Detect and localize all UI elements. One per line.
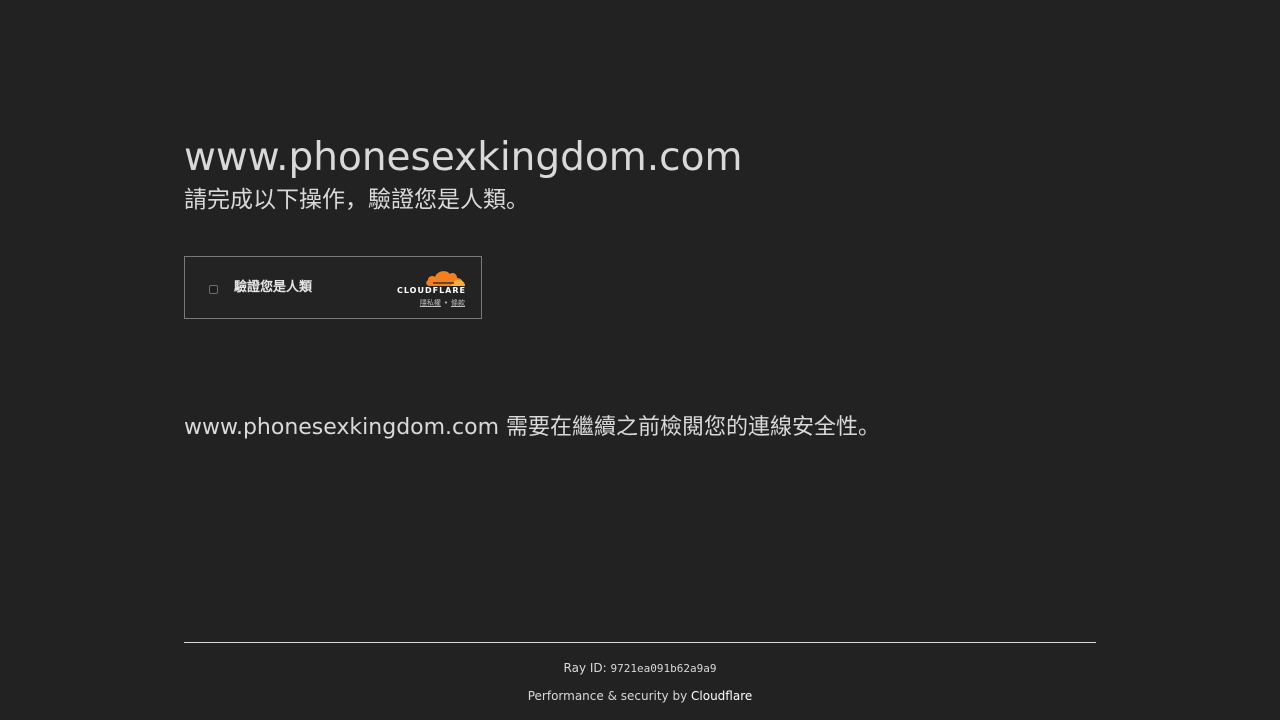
- ray-id-label: Ray ID:: [563, 661, 611, 675]
- cloudflare-logo: CLOUDFLARE: [390, 267, 466, 297]
- security-description: www.phonesexkingdom.com 需要在繼續之前檢閱您的連線安全性…: [184, 415, 881, 440]
- cloudflare-cloud-icon: [426, 271, 465, 286]
- cloudflare-link[interactable]: Cloudflare: [691, 689, 752, 703]
- verify-checkbox[interactable]: [209, 285, 218, 294]
- widget-links: 隱私權 • 條款: [420, 298, 465, 308]
- ray-id: Ray ID: 9721ea091b62a9a9: [184, 660, 1096, 677]
- ray-id-value: 9721ea091b62a9a9: [610, 662, 717, 675]
- verify-checkbox-label[interactable]: 驗證您是人類: [234, 279, 312, 297]
- terms-link[interactable]: 條款: [451, 299, 465, 307]
- performance-label: Performance & security by: [527, 689, 692, 703]
- performance-credit: Performance & security by Cloudflare: [184, 688, 1096, 704]
- link-separator: •: [443, 299, 448, 307]
- turnstile-widget: 驗證您是人類 CLOUDFLARE 隱私權 • 條款: [184, 256, 482, 319]
- site-title: www.phonesexkingdom.com: [184, 135, 743, 180]
- main-content: www.phonesexkingdom.com 請完成以下操作，驗證您是人類。 …: [184, 132, 1096, 440]
- privacy-link[interactable]: 隱私權: [420, 299, 441, 307]
- cloudflare-wordmark: CLOUDFLARE: [397, 286, 466, 295]
- footer: Ray ID: 9721ea091b62a9a9 Performance & s…: [184, 642, 1096, 704]
- challenge-page: www.phonesexkingdom.com 請完成以下操作，驗證您是人類。 …: [0, 0, 1280, 720]
- challenge-subtitle: 請完成以下操作，驗證您是人類。: [184, 187, 529, 213]
